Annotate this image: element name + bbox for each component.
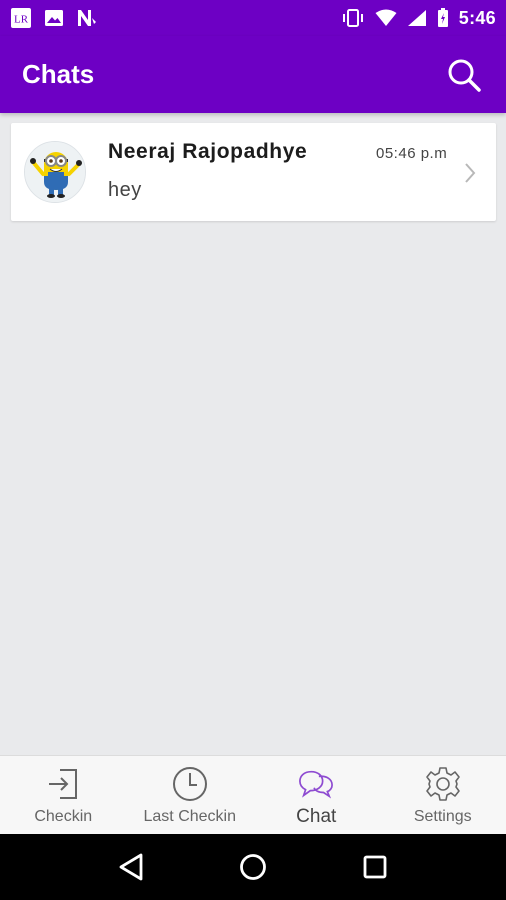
tab-label: Checkin <box>34 808 93 825</box>
home-circle-icon <box>240 854 266 880</box>
status-bar: LR 5:46 <box>0 0 506 36</box>
signal-icon <box>407 9 427 27</box>
chat-bubbles-icon <box>298 766 334 802</box>
tab-label: Settings <box>413 808 472 825</box>
system-nav-bar <box>0 834 506 900</box>
app-notification-icon: LR <box>10 7 32 29</box>
chat-list: Neeraj Rajopadhye 05:46 p.m hey <box>11 123 496 221</box>
n-notification-icon <box>76 8 98 28</box>
vibrate-icon <box>341 8 365 28</box>
search-icon <box>448 59 481 92</box>
tab-last-checkin[interactable]: Last Checkin <box>127 756 254 834</box>
app-bar: Chats <box>0 36 506 113</box>
chevron-right-icon <box>463 161 477 190</box>
clock-icon <box>172 766 208 802</box>
back-triangle-icon <box>119 853 143 881</box>
tab-checkin[interactable]: Checkin <box>0 756 127 834</box>
tab-label: Chat <box>296 806 337 827</box>
gear-icon <box>425 766 461 802</box>
tab-label: Last Checkin <box>143 808 237 825</box>
wifi-icon <box>375 9 397 27</box>
recents-button[interactable] <box>355 847 395 887</box>
svg-text:LR: LR <box>14 14 29 26</box>
image-notification-icon <box>44 8 64 28</box>
minion-avatar-icon <box>25 142 85 202</box>
page-title: Chats <box>22 59 95 89</box>
tab-settings[interactable]: Settings <box>380 756 506 834</box>
checkin-icon <box>45 766 81 802</box>
search-button[interactable] <box>444 55 484 95</box>
home-button[interactable] <box>233 847 273 887</box>
recents-square-icon <box>363 855 387 879</box>
back-button[interactable] <box>111 847 151 887</box>
chat-list-item[interactable]: Neeraj Rajopadhye 05:46 p.m hey <box>11 123 496 221</box>
avatar <box>24 141 86 203</box>
chat-timestamp: 05:46 p.m <box>376 145 448 162</box>
battery-icon <box>437 8 449 28</box>
tab-chat[interactable]: Chat <box>253 756 380 834</box>
status-time: 5:46 <box>458 7 496 28</box>
chat-contact-name: Neeraj Rajopadhye <box>108 140 308 163</box>
chat-last-message: hey <box>108 179 142 201</box>
bottom-tab-bar: Checkin Last Checkin Chat Settings <box>0 755 506 834</box>
